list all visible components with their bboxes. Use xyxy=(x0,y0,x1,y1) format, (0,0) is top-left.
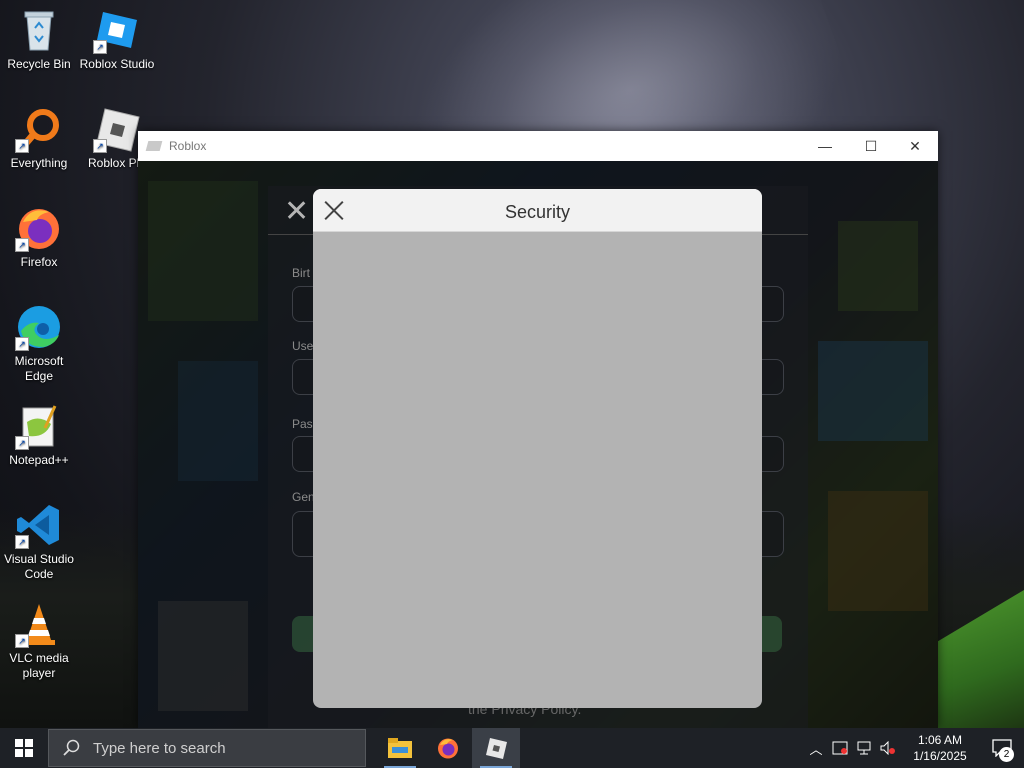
maximize-button[interactable]: ☐ xyxy=(848,131,894,161)
system-tray: ︿ 1:06 AM 1/16/2025 2 xyxy=(804,728,1024,768)
desktop-icon-label: Firefox xyxy=(20,255,58,269)
firefox-icon: ↗ xyxy=(15,204,63,252)
shortcut-arrow-icon: ↗ xyxy=(93,139,107,153)
shortcut-arrow-icon: ↗ xyxy=(15,139,29,153)
firefox-icon xyxy=(438,738,458,759)
chevron-up-icon[interactable]: ︿ xyxy=(804,728,828,768)
desktop-icon-recycle-bin[interactable]: Recycle Bin xyxy=(0,0,78,72)
desktop-icon-label: Roblox Studio xyxy=(79,57,155,71)
security-dialog-header: Security xyxy=(313,189,762,232)
recycle-bin-icon xyxy=(15,6,63,54)
roblox-studio-icon: ↗ xyxy=(93,6,141,54)
roblox-app-icon xyxy=(145,141,163,151)
clock-time: 1:06 AM xyxy=(917,733,963,747)
vscode-icon: ↗ xyxy=(15,501,63,549)
password-label: Pas xyxy=(292,417,313,431)
gender-label: Gen xyxy=(292,490,315,504)
notepadpp-icon: ↗ xyxy=(15,402,63,450)
shortcut-arrow-icon: ↗ xyxy=(93,40,107,54)
security-tray-icon[interactable] xyxy=(828,728,852,768)
roblox-icon xyxy=(486,738,507,759)
desktop-icon-label: Recycle Bin xyxy=(7,57,71,71)
desktop-icon-vlc[interactable]: ↗ VLC media player xyxy=(0,594,78,681)
desktop-icon-label: Notepad++ xyxy=(9,453,69,467)
shortcut-arrow-icon: ↗ xyxy=(15,436,29,450)
desktop-icon-vscode[interactable]: ↗ Visual Studio Code xyxy=(0,495,78,582)
vlc-icon: ↗ xyxy=(15,600,63,648)
notification-count-badge: 2 xyxy=(999,747,1014,762)
window-title: Roblox xyxy=(169,139,207,153)
taskbar-search-box[interactable]: Type here to search xyxy=(48,729,366,767)
start-button[interactable] xyxy=(0,728,48,768)
network-icon[interactable] xyxy=(852,728,876,768)
security-dialog-content xyxy=(313,232,762,708)
volume-muted-icon[interactable] xyxy=(876,728,900,768)
desktop-icon-label: Everything xyxy=(10,156,68,170)
signup-close-icon: ✕ xyxy=(284,195,310,228)
taskbar-roblox[interactable] xyxy=(472,728,520,768)
desktop-icon-edge[interactable]: ↗ Microsoft Edge xyxy=(0,297,78,384)
file-explorer-icon xyxy=(388,738,412,758)
shortcut-arrow-icon: ↗ xyxy=(15,634,29,648)
search-placeholder: Type here to search xyxy=(93,739,226,757)
minimize-button[interactable]: — xyxy=(802,131,848,161)
taskbar: Type here to search ︿ 1:06 AM 1/16/2025 … xyxy=(0,728,1024,768)
desktop-icon-roblox-studio[interactable]: ↗ Roblox Studio xyxy=(78,0,156,72)
desktop-icon-label: VLC media player xyxy=(9,651,69,680)
system-clock[interactable]: 1:06 AM 1/16/2025 xyxy=(900,732,980,764)
shortcut-arrow-icon: ↗ xyxy=(15,238,29,252)
close-window-button[interactable]: ✕ xyxy=(892,131,938,161)
clock-date: 1/16/2025 xyxy=(913,749,967,763)
desktop-icon-everything[interactable]: ↗ Everything xyxy=(0,99,78,171)
windows-logo-icon xyxy=(15,739,33,757)
roblox-player-icon: ↗ xyxy=(93,105,141,153)
shortcut-arrow-icon: ↗ xyxy=(15,535,29,549)
desktop-icon-firefox[interactable]: ↗ Firefox xyxy=(0,198,78,270)
window-titlebar[interactable]: Roblox — ☐ ✕ xyxy=(138,131,938,161)
desktop-icon-label: Microsoft Edge xyxy=(14,354,64,383)
username-label: Use xyxy=(292,339,314,353)
edge-icon: ↗ xyxy=(15,303,63,351)
everything-search-icon: ↗ xyxy=(15,105,63,153)
desktop-icon-notepadpp[interactable]: ↗ Notepad++ xyxy=(0,396,78,468)
security-dialog: Security xyxy=(313,189,762,708)
birthday-label: Birt xyxy=(292,266,310,280)
shortcut-arrow-icon: ↗ xyxy=(15,337,29,351)
taskbar-firefox[interactable] xyxy=(424,728,472,768)
taskbar-file-explorer[interactable] xyxy=(376,728,424,768)
security-dialog-title: Security xyxy=(504,202,571,222)
desktop-icon-label: Visual Studio Code xyxy=(4,552,74,581)
search-icon xyxy=(63,739,80,756)
notification-center-button[interactable]: 2 xyxy=(980,728,1024,768)
